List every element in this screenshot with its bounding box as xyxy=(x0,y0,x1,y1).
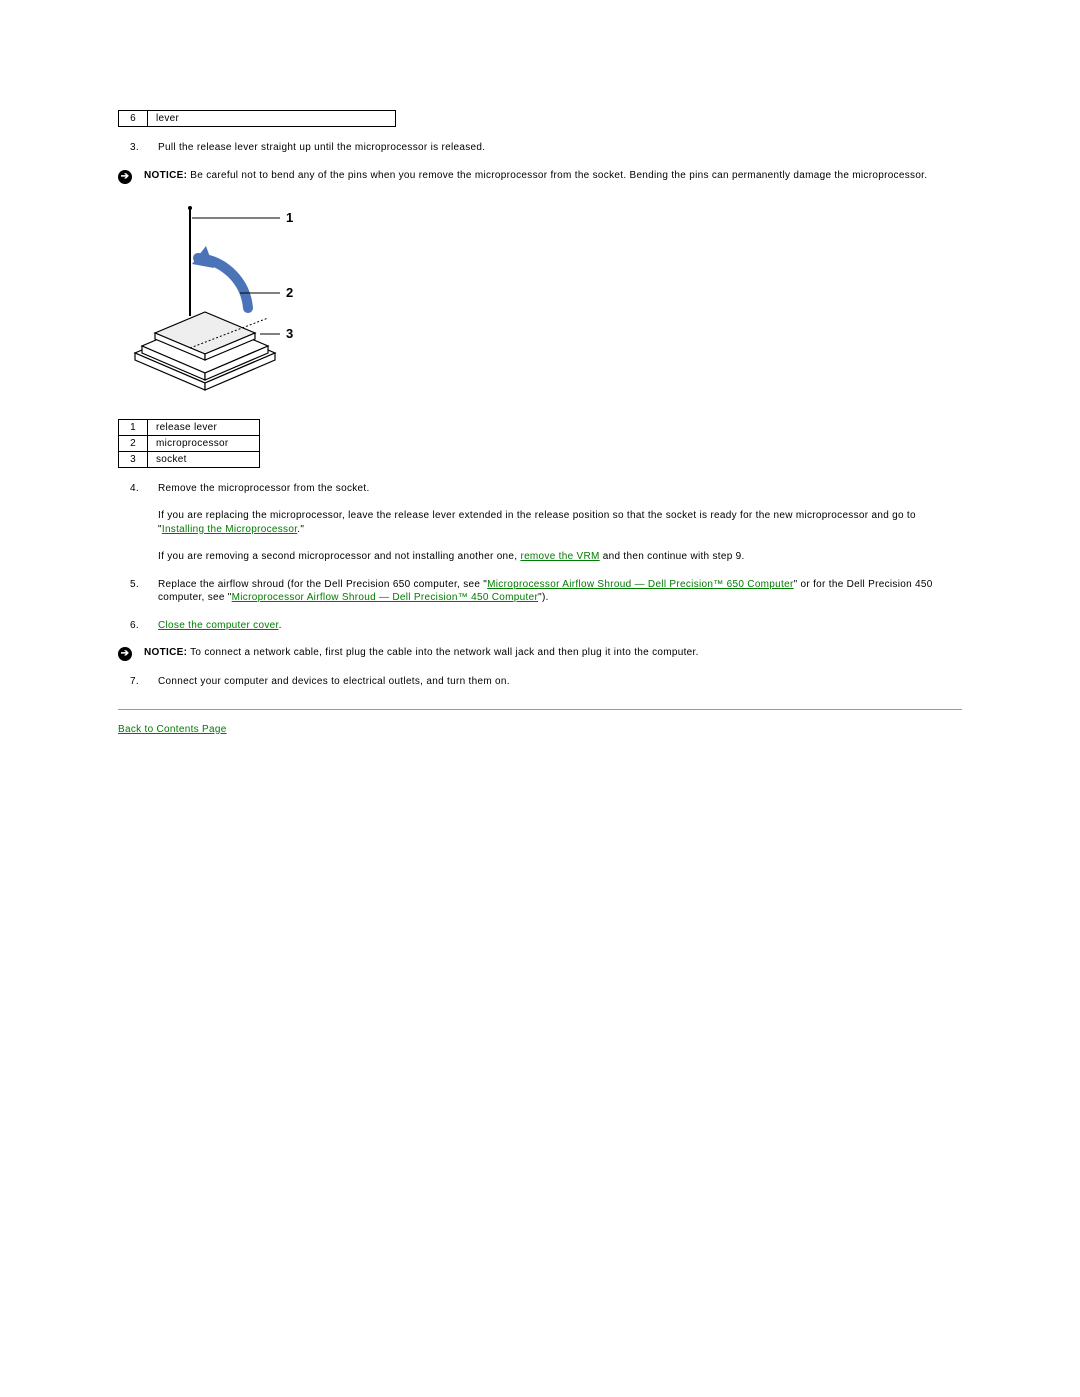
step-4-para-2: If you are removing a second microproces… xyxy=(158,550,962,564)
table-row: 1 release lever xyxy=(119,419,260,435)
step-6: 6. Close the computer cover. xyxy=(130,619,962,633)
notice-body: To connect a network cable, first plug t… xyxy=(187,647,698,658)
link-installing-microprocessor[interactable]: Installing the Microprocessor xyxy=(162,524,297,535)
callout-table-top: 6 lever xyxy=(118,110,396,127)
link-back-to-contents[interactable]: Back to Contents Page xyxy=(118,724,227,735)
table-row: 6 lever xyxy=(119,111,396,127)
notice-body: Be careful not to bend any of the pins w… xyxy=(187,170,927,181)
step-5: 5. Replace the airflow shroud (for the D… xyxy=(130,578,962,605)
step-3: 3. Pull the release lever straight up un… xyxy=(130,141,962,155)
step-number: 7. xyxy=(130,675,148,689)
notice-text: NOTICE: Be careful not to bend any of th… xyxy=(144,169,962,183)
cell-num: 1 xyxy=(119,419,148,435)
step-text: Close the computer cover. xyxy=(158,619,962,633)
diagram-label-3: 3 xyxy=(286,326,293,341)
diagram-label-1: 1 xyxy=(286,210,293,225)
step-text: Replace the airflow shroud (for the Dell… xyxy=(158,578,962,605)
notice-1: ➔ NOTICE: Be careful not to bend any of … xyxy=(118,169,962,184)
step-number: 5. xyxy=(130,578,148,592)
cell-label: socket xyxy=(148,451,260,467)
diagram-label-2: 2 xyxy=(286,285,293,300)
divider xyxy=(118,709,962,710)
notice-2: ➔ NOTICE: To connect a network cable, fi… xyxy=(118,646,962,661)
table-row: 3 socket xyxy=(119,451,260,467)
notice-arrow-icon: ➔ xyxy=(118,647,132,661)
notice-label: NOTICE: xyxy=(144,647,187,658)
link-shroud-450[interactable]: Microprocessor Airflow Shroud — Dell Pre… xyxy=(232,592,538,603)
link-shroud-650[interactable]: Microprocessor Airflow Shroud — Dell Pre… xyxy=(487,579,793,590)
link-close-cover[interactable]: Close the computer cover xyxy=(158,620,279,631)
cell-num: 3 xyxy=(119,451,148,467)
step-text: Remove the microprocessor from the socke… xyxy=(158,482,962,496)
cell-label: microprocessor xyxy=(148,435,260,451)
link-remove-vrm[interactable]: remove the VRM xyxy=(520,551,599,562)
notice-label: NOTICE: xyxy=(144,170,187,181)
step-7: 7. Connect your computer and devices to … xyxy=(130,675,962,689)
step-number: 3. xyxy=(130,141,148,155)
table-row: 2 microprocessor xyxy=(119,435,260,451)
cell-num: 6 xyxy=(119,111,148,127)
step-4-para-1: If you are replacing the microprocessor,… xyxy=(158,509,962,536)
step-number: 4. xyxy=(130,482,148,496)
cell-num: 2 xyxy=(119,435,148,451)
notice-text: NOTICE: To connect a network cable, firs… xyxy=(144,646,962,660)
notice-arrow-icon: ➔ xyxy=(118,170,132,184)
cell-label: release lever xyxy=(148,419,260,435)
callout-table-diagram: 1 release lever 2 microprocessor 3 socke… xyxy=(118,419,260,468)
cell-label: lever xyxy=(148,111,396,127)
step-number: 6. xyxy=(130,619,148,633)
step-text: Pull the release lever straight up until… xyxy=(158,141,962,155)
step-text: Connect your computer and devices to ele… xyxy=(158,675,962,689)
diagram-release-lever: 1 2 3 xyxy=(120,198,962,401)
step-4: 4. Remove the microprocessor from the so… xyxy=(130,482,962,564)
